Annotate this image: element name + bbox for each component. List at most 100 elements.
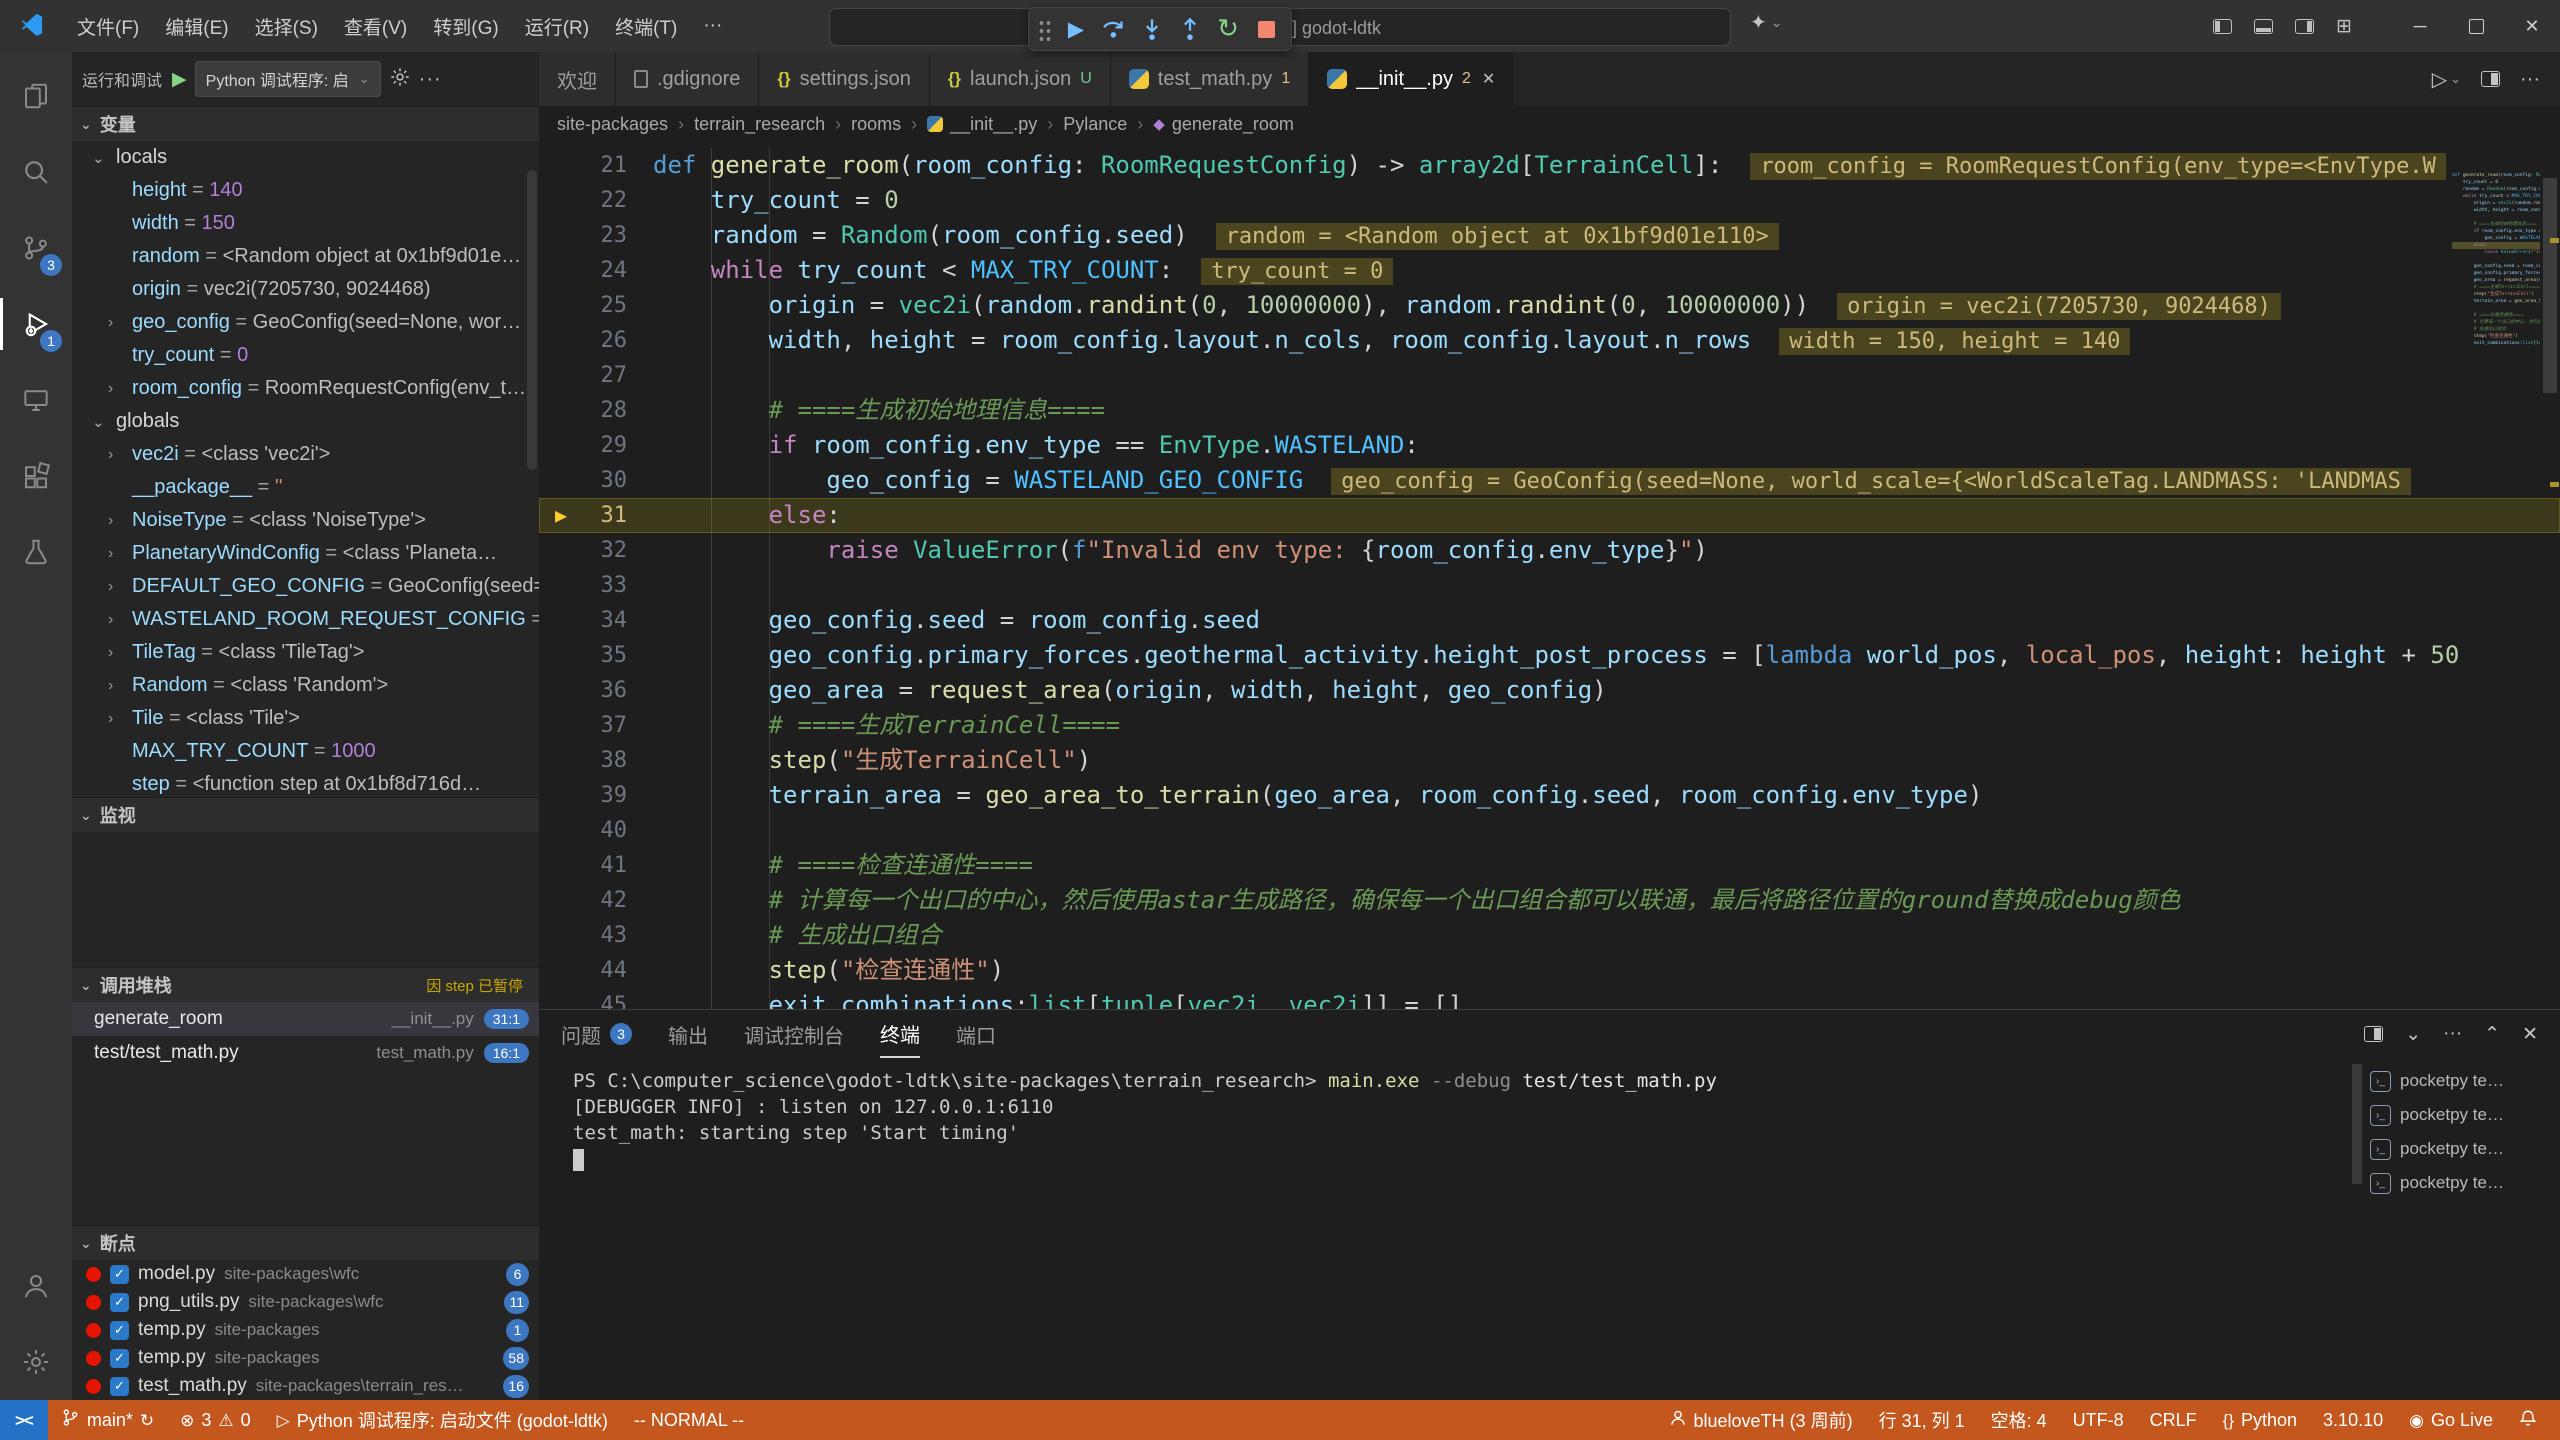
breadcrumb-item[interactable]: ◆generate_room	[1153, 114, 1294, 135]
variables-group[interactable]: ⌄globals	[72, 405, 539, 438]
window-close-button[interactable]: ✕	[2504, 0, 2560, 52]
breakpoint-row[interactable]: ✓test_math.pysite-packages\terrain_res…1…	[72, 1372, 539, 1400]
toggle-sidebar-icon[interactable]	[2213, 19, 2232, 34]
panel-tab[interactable]: 输出	[668, 1010, 708, 1058]
editor-tab[interactable]: {}settings.json	[759, 52, 929, 106]
callstack-frame[interactable]: generate_room__init__.py31:1	[72, 1002, 539, 1036]
indentation[interactable]: 空格: 4	[1978, 1400, 2060, 1440]
notifications[interactable]	[2506, 1400, 2550, 1440]
variable-row[interactable]: ›Tile = <class 'Tile'>	[72, 702, 539, 735]
code-line[interactable]: 25 origin = vec2i(random.randint(0, 1000…	[539, 288, 2560, 323]
panel-tab[interactable]: 调试控制台	[744, 1010, 844, 1058]
vim-mode[interactable]: -- NORMAL --	[621, 1400, 757, 1440]
code-line[interactable]: 32 raise ValueError(f"Invalid env type: …	[539, 533, 2560, 568]
search-icon[interactable]	[0, 134, 72, 210]
code-line[interactable]: 43 # 生成出口组合	[539, 918, 2560, 953]
breadcrumb-item[interactable]: rooms	[851, 114, 901, 135]
code-line[interactable]: 44 step("检查连通性")	[539, 953, 2560, 988]
debug-stop-button[interactable]	[1249, 12, 1283, 46]
more-actions-icon[interactable]: ···	[419, 68, 442, 91]
editor-tab[interactable]: test_math.py1	[1111, 52, 1309, 106]
code-line[interactable]: 24 while try_count < MAX_TRY_COUNT:try_c…	[539, 253, 2560, 288]
callstack-frame[interactable]: test/test_math.pytest_math.py16:1	[72, 1036, 539, 1070]
encoding[interactable]: UTF-8	[2060, 1400, 2137, 1440]
split-terminal-icon[interactable]	[2364, 1026, 2383, 1042]
menu-item[interactable]: ···	[690, 9, 735, 43]
debug-step-over-button[interactable]	[1097, 12, 1131, 46]
breakpoint-row[interactable]: ✓temp.pysite-packages1	[72, 1316, 539, 1344]
editor-tab[interactable]: {}launch.jsonU	[930, 52, 1111, 106]
code-line[interactable]: 29 if room_config.env_type == EnvType.WA…	[539, 428, 2560, 463]
go-live[interactable]: ◉Go Live	[2396, 1400, 2506, 1440]
code-line[interactable]: 31 else:	[539, 498, 2560, 533]
window-minimize-button[interactable]: ─	[2392, 0, 2448, 52]
start-debug-icon[interactable]: ▶	[172, 68, 187, 91]
menu-item[interactable]: 运行(R)	[512, 7, 602, 46]
menu-item[interactable]: 选择(S)	[242, 7, 331, 46]
code-line[interactable]: 45 exit_combinations:list[tuple[vec2i, v…	[539, 988, 2560, 1009]
variable-row[interactable]: ›PlanetaryWindConfig = <class 'Planeta…	[72, 537, 539, 570]
variable-row[interactable]: __package__ = ''	[72, 471, 539, 504]
cursor-position[interactable]: 行 31, 列 1	[1866, 1400, 1978, 1440]
debug-status[interactable]: ▷Python 调试程序: 启动文件 (godot-ldtk)	[264, 1400, 621, 1440]
menu-item[interactable]: 查看(V)	[331, 7, 420, 46]
chevron-down-icon[interactable]: ⌄	[2405, 1023, 2421, 1046]
breadcrumb-item[interactable]: site-packages	[557, 114, 668, 135]
testing-icon[interactable]	[0, 514, 72, 590]
menu-item[interactable]: 文件(F)	[64, 7, 152, 46]
copilot-icon[interactable]: ✦⌄	[1750, 10, 1783, 35]
variable-row[interactable]: try_count = 0	[72, 339, 539, 372]
code-line[interactable]: 22 try_count = 0	[539, 183, 2560, 218]
code-line[interactable]: 27	[539, 358, 2560, 393]
breakpoint-checkbox[interactable]: ✓	[110, 1349, 129, 1368]
code-line[interactable]: 26 width, height = room_config.layout.n_…	[539, 323, 2560, 358]
settings-gear-icon[interactable]	[0, 1324, 72, 1400]
customize-layout-icon[interactable]: ⊞	[2336, 17, 2352, 36]
breadcrumb-item[interactable]: Pylance	[1063, 114, 1127, 135]
gitlens-blame[interactable]: blueloveTH (3 周前)	[1656, 1400, 1866, 1440]
variable-row[interactable]: ›vec2i = <class 'vec2i'>	[72, 438, 539, 471]
breadcrumb-item[interactable]: __init__.py	[927, 114, 1037, 135]
breakpoint-row[interactable]: ✓png_utils.pysite-packages\wfc11	[72, 1288, 539, 1316]
breakpoint-checkbox[interactable]: ✓	[110, 1377, 129, 1396]
terminal-scrollbar[interactable]	[2350, 1058, 2364, 1400]
breadcrumb-item[interactable]: terrain_research	[694, 114, 825, 135]
breakpoint-row[interactable]: ✓model.pysite-packages\wfc6	[72, 1260, 539, 1288]
code-line[interactable]: 40	[539, 813, 2560, 848]
toggle-panel-icon[interactable]	[2254, 19, 2273, 34]
debug-restart-button[interactable]: ↻	[1211, 12, 1245, 46]
variables-header[interactable]: ⌄ 变量	[72, 106, 539, 141]
minimap[interactable]: def generate_room(room_config: RoomReque…	[2452, 142, 2540, 1009]
terminal-session-item[interactable]: ›_pocketpy te…	[2364, 1064, 2560, 1098]
code-line[interactable]: 41 # ====检查连通性====	[539, 848, 2560, 883]
source-control-icon[interactable]: 3	[0, 210, 72, 286]
sidebar-scrollbar[interactable]	[527, 170, 537, 470]
panel-tab[interactable]: 终端	[880, 1010, 920, 1058]
breakpoint-checkbox[interactable]: ✓	[110, 1265, 129, 1284]
run-and-debug-icon[interactable]: 1	[0, 286, 72, 362]
git-branch[interactable]: main*↻	[48, 1400, 167, 1440]
variable-row[interactable]: ›room_config = RoomRequestConfig(env_t…	[72, 372, 539, 405]
variables-group[interactable]: ⌄locals	[72, 141, 539, 174]
terminal-output[interactable]: PS C:\computer_science\godot-ldtk\site-p…	[539, 1058, 2350, 1400]
variable-row[interactable]: MAX_TRY_COUNT = 1000	[72, 735, 539, 768]
more-actions-icon[interactable]: ···	[2520, 68, 2540, 91]
variable-row[interactable]: random = <Random object at 0x1bf9d01e…	[72, 240, 539, 273]
code-line[interactable]: 36 geo_area = request_area(origin, width…	[539, 673, 2560, 708]
code-line[interactable]: 21def generate_room(room_config: RoomReq…	[539, 148, 2560, 183]
tab-close-icon[interactable]: ✕	[1482, 69, 1495, 89]
variable-row[interactable]: origin = vec2i(7205730, 9024468)	[72, 273, 539, 306]
menu-item[interactable]: 编辑(E)	[152, 7, 241, 46]
editor-tab[interactable]: __init__.py2✕	[1309, 52, 1514, 106]
breakpoint-checkbox[interactable]: ✓	[110, 1293, 129, 1312]
panel-tab[interactable]: 问题3	[561, 1010, 632, 1058]
scrollbar-thumb[interactable]	[2543, 178, 2557, 393]
accounts-icon[interactable]	[0, 1248, 72, 1324]
terminal-session-item[interactable]: ›_pocketpy te…	[2364, 1132, 2560, 1166]
split-editor-icon[interactable]	[2481, 71, 2500, 87]
debug-step-out-button[interactable]	[1173, 12, 1207, 46]
python-version[interactable]: 3.10.10	[2310, 1400, 2396, 1440]
debug-config-dropdown[interactable]: Python 调试程序: 启 ⌄	[195, 61, 381, 97]
variable-row[interactable]: height = 140	[72, 174, 539, 207]
code-line[interactable]: 28 # ====生成初始地理信息====	[539, 393, 2560, 428]
